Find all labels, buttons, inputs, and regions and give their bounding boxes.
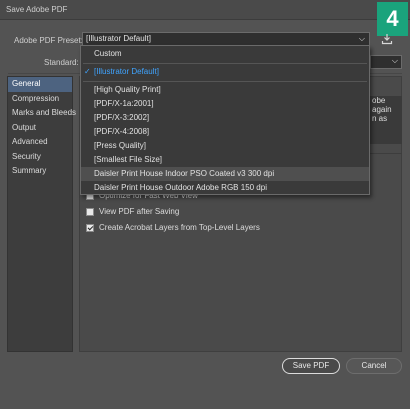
title-bar: Save Adobe PDF <box>0 0 410 20</box>
chevron-down-icon: ⌵ <box>358 34 365 43</box>
chevron-down-icon: ⌵ <box>391 56 398 65</box>
step-badge: 4 <box>377 2 408 36</box>
checkmark-icon: ✓ <box>84 67 91 76</box>
dropdown-item-smallest-file-size[interactable]: [Smallest File Size] <box>81 153 369 167</box>
dropdown-separator <box>83 81 367 82</box>
description-text: obe again n as <box>370 96 402 144</box>
sidebar-item-output[interactable]: Output <box>8 121 72 136</box>
option-acrobat-layers[interactable]: Create Acrobat Layers from Top-Level Lay… <box>86 222 260 233</box>
preset-dropdown-menu: Custom ✓ [Illustrator Default] [High Qua… <box>80 45 370 195</box>
dropdown-item-label: [Illustrator Default] <box>94 67 159 76</box>
dropdown-item-pdfx-1a-2001[interactable]: [PDF/X-1a:2001] <box>81 97 369 111</box>
window-title: Save Adobe PDF <box>6 5 68 14</box>
dropdown-separator <box>83 63 367 64</box>
save-pdf-button[interactable]: Save PDF <box>282 358 340 374</box>
description-line: n as <box>372 114 388 123</box>
cancel-button[interactable]: Cancel <box>346 358 402 374</box>
dropdown-item-pdfx-4-2008[interactable]: [PDF/X-4:2008] <box>81 125 369 139</box>
sidebar-item-security[interactable]: Security <box>8 150 72 165</box>
sidebar-item-summary[interactable]: Summary <box>8 164 72 179</box>
dropdown-item-daisler-indoor[interactable]: Daisler Print House Indoor PSO Coated v3… <box>81 167 369 181</box>
dropdown-item-press-quality[interactable]: [Press Quality] <box>81 139 369 153</box>
acrobat-layers-label: Create Acrobat Layers from Top-Level Lay… <box>99 223 260 232</box>
sidebar-item-general[interactable]: General <box>8 77 72 92</box>
dropdown-item-custom[interactable]: Custom <box>81 47 369 61</box>
preset-value: [Illustrator Default] <box>86 34 151 43</box>
sidebar-item-compression[interactable]: Compression <box>8 92 72 107</box>
standard-select[interactable]: ⌵ <box>370 55 402 69</box>
save-preset-icon[interactable] <box>381 33 393 45</box>
sidebar: General Compression Marks and Bleeds Out… <box>7 76 76 352</box>
preset-label: Adobe PDF Preset: <box>14 36 83 45</box>
dropdown-item-daisler-outdoor[interactable]: Daisler Print House Outdoor Adobe RGB 15… <box>81 181 369 195</box>
standard-label: Standard: <box>44 58 79 67</box>
description-line: obe <box>372 96 386 105</box>
view-pdf-checkbox[interactable] <box>86 207 94 216</box>
sidebar-item-marks-and-bleeds[interactable]: Marks and Bleeds <box>8 106 76 121</box>
dropdown-item-illustrator-default[interactable]: ✓ [Illustrator Default] <box>81 65 369 79</box>
dropdown-item-high-quality-print[interactable]: [High Quality Print] <box>81 83 369 97</box>
sidebar-item-advanced[interactable]: Advanced <box>8 135 72 150</box>
view-pdf-label: View PDF after Saving <box>99 207 180 216</box>
dropdown-item-pdfx-3-2002[interactable]: [PDF/X-3:2002] <box>81 111 369 125</box>
option-view-pdf[interactable]: View PDF after Saving <box>86 206 179 217</box>
description-line: again <box>372 105 392 114</box>
acrobat-layers-checkbox[interactable] <box>86 223 94 232</box>
preset-select[interactable]: [Illustrator Default] ⌵ <box>82 32 370 46</box>
